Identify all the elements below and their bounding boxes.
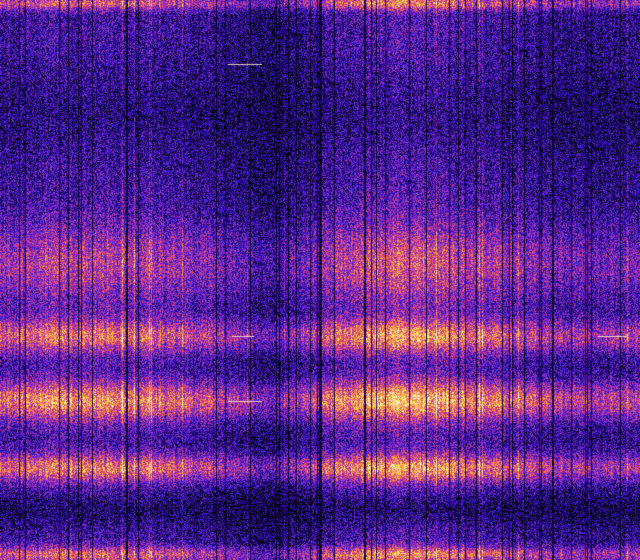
spectrogram-image	[0, 0, 640, 560]
